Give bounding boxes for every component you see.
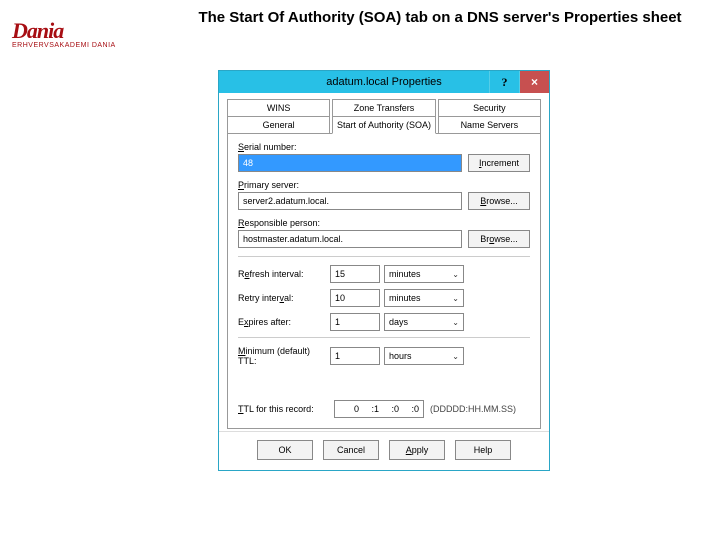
browse-responsible-button[interactable]: Browse... [468, 230, 530, 248]
divider [238, 256, 530, 257]
brand-logo: Dania ERHVERVSAKADEMI DANIA [12, 18, 116, 49]
primary-server-input[interactable]: server2.adatum.local. [238, 192, 462, 210]
primary-label: Primary server: [238, 180, 530, 190]
logo-script: Dania [12, 18, 116, 44]
help-button[interactable]: Help [455, 440, 511, 460]
retry-label: Retry interval: [238, 293, 326, 303]
tab-zone-transfers[interactable]: Zone Transfers [332, 99, 435, 117]
chevron-down-icon: ⌄ [452, 270, 459, 279]
minimum-unit-select[interactable]: hours⌄ [384, 347, 464, 365]
dialog-button-row: OK Cancel Apply Help [219, 431, 549, 470]
tab-general[interactable]: General [227, 116, 330, 134]
minimum-label: Minimum (default) TTL: [238, 346, 326, 366]
increment-button[interactable]: Increment [468, 154, 530, 172]
chevron-down-icon: ⌄ [452, 352, 459, 361]
retry-value[interactable]: 10 [330, 289, 380, 307]
expires-label: Expires after: [238, 317, 326, 327]
chevron-down-icon: ⌄ [452, 294, 459, 303]
serial-label: Serial number: [238, 142, 530, 152]
tab-wins[interactable]: WINS [227, 99, 330, 117]
refresh-unit-select[interactable]: minutes⌄ [384, 265, 464, 283]
soa-tab-page: Serial number: 48 Increment Primary serv… [227, 133, 541, 429]
ttl-record-label: TTL for this record: [238, 404, 328, 414]
browse-primary-button[interactable]: Browse... [468, 192, 530, 210]
expires-unit-select[interactable]: days⌄ [384, 313, 464, 331]
properties-dialog: adatum.local Properties ? × WINS Zone Tr… [218, 70, 550, 471]
retry-unit-select[interactable]: minutes⌄ [384, 289, 464, 307]
refresh-value[interactable]: 15 [330, 265, 380, 283]
tab-soa[interactable]: Start of Authority (SOA) [332, 116, 435, 134]
serial-input[interactable]: 48 [238, 154, 462, 172]
titlebar-help-button[interactable]: ? [489, 71, 519, 93]
titlebar-close-button[interactable]: × [519, 71, 549, 93]
ok-button[interactable]: OK [257, 440, 313, 460]
apply-button[interactable]: Apply [389, 440, 445, 460]
expires-value[interactable]: 1 [330, 313, 380, 331]
cancel-button[interactable]: Cancel [323, 440, 379, 460]
responsible-input[interactable]: hostmaster.adatum.local. [238, 230, 462, 248]
tab-name-servers[interactable]: Name Servers [438, 116, 541, 134]
responsible-label: Responsible person: [238, 218, 530, 228]
ttl-hint: (DDDDD:HH.MM.SS) [430, 404, 516, 414]
ttl-record-input[interactable]: 0 :1 :0 :0 [334, 400, 424, 418]
divider [238, 337, 530, 338]
tab-strip: WINS Zone Transfers Security General Sta… [219, 93, 549, 429]
minimum-value[interactable]: 1 [330, 347, 380, 365]
titlebar: adatum.local Properties ? × [219, 71, 549, 93]
tab-security[interactable]: Security [438, 99, 541, 117]
refresh-label: Refresh interval: [238, 269, 326, 279]
chevron-down-icon: ⌄ [452, 318, 459, 327]
slide-title: The Start Of Authority (SOA) tab on a DN… [180, 8, 700, 28]
logo-subtitle: ERHVERVSAKADEMI DANIA [12, 42, 116, 49]
